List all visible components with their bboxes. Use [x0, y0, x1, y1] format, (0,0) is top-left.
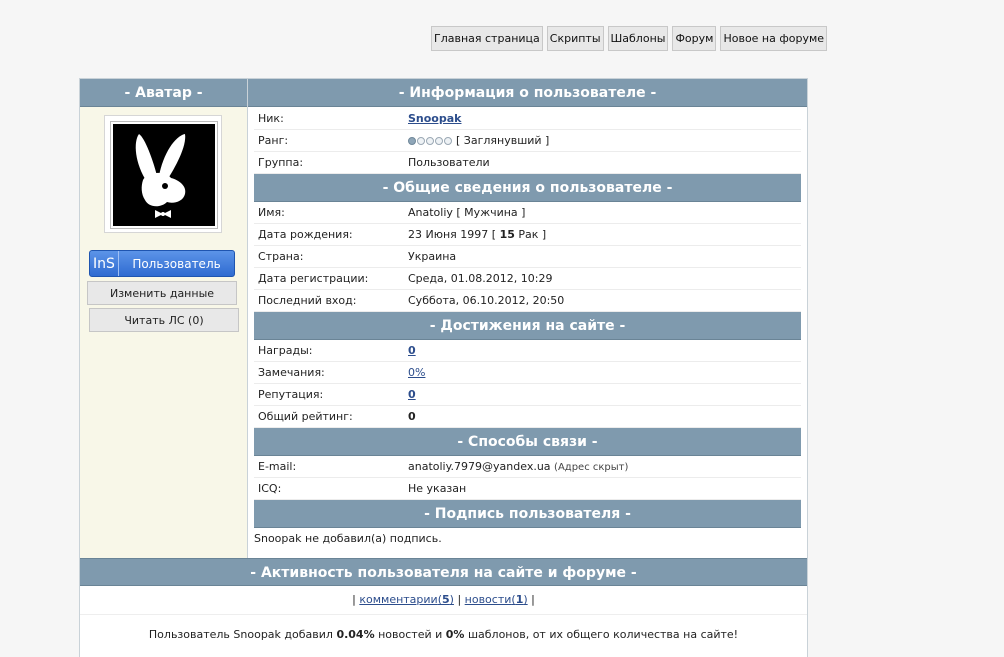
general-row-country: Страна: Украина [254, 246, 801, 268]
general-row-name: Имя: Anatoliy [ Мужчина ] [254, 202, 801, 224]
email-label: E-mail: [258, 460, 297, 473]
info-row-group: Группа: Пользователи [254, 152, 801, 174]
last-login-value: Суббота, 06.10.2012, 20:50 [408, 294, 565, 307]
edit-profile-button[interactable]: Изменить данные [87, 281, 237, 305]
news-count: 1 [515, 593, 524, 606]
rank-dot [426, 137, 434, 145]
country-label: Страна: [258, 250, 304, 263]
info-row-nick: Ник: Snoopak [254, 108, 801, 130]
nick-link[interactable]: Snoopak [408, 112, 461, 125]
info-column: - Информация о пользователе - Ник: Snoop… [248, 79, 807, 558]
achievements-row-awards: Награды: 0 [254, 340, 801, 362]
top-navigation: Главная страница Скрипты Шаблоны Форум Н… [431, 26, 831, 51]
registration-value: Среда, 01.08.2012, 10:29 [408, 272, 553, 285]
nav-home-button[interactable]: Главная страница [431, 26, 543, 51]
badge-label: Пользователь [132, 256, 221, 271]
group-label: Группа: [258, 156, 304, 169]
rank-value: [ Заглянувший ] [456, 134, 550, 147]
activity-stats: Пользователь Snoopak добавил 0.04% новос… [80, 615, 807, 655]
achievements-row-reputation: Репутация: 0 [254, 384, 801, 406]
news-link[interactable]: новости(1) [465, 593, 528, 606]
group-value: Пользователи [408, 156, 490, 169]
general-row-registration: Дата регистрации: Среда, 01.08.2012, 10:… [254, 268, 801, 290]
reputation-link[interactable]: 0 [408, 388, 416, 401]
activity-header: - Активность пользователя на сайте и фор… [80, 558, 807, 586]
info-body: Ник: Snoopak Ранг: [ Заглянувший ] Групп… [254, 108, 801, 549]
news-percent: 0.04% [336, 628, 375, 641]
templates-percent: 0% [445, 628, 465, 641]
achievements-row-warnings: Замечания: 0% [254, 362, 801, 384]
rank-dots-icon [408, 137, 452, 145]
rank-dot [417, 137, 425, 145]
contacts-header: - Способы связи - [254, 428, 801, 456]
registration-label: Дата регистрации: [258, 272, 369, 285]
email-value: anatoliy.7979@yandex.ua [408, 460, 551, 473]
info-header: - Информация о пользователе - [248, 79, 807, 107]
general-header: - Общие сведения о пользователе - [254, 174, 801, 202]
badge-prefix: InS [90, 251, 119, 276]
reputation-label: Репутация: [258, 388, 324, 401]
comments-label: комментарии [359, 593, 438, 606]
info-row-rank: Ранг: [ Заглянувший ] [254, 130, 801, 152]
rank-dot [408, 137, 416, 145]
comments-count: 5 [442, 593, 450, 606]
email-note: (Адрес скрыт) [554, 462, 629, 473]
stats-mid: новостей и [378, 628, 443, 641]
achievements-row-rating: Общий рейтинг: 0 [254, 406, 801, 428]
general-row-last-login: Последний вход: Суббота, 06.10.2012, 20:… [254, 290, 801, 312]
news-label: новости [464, 593, 512, 606]
icq-label: ICQ: [258, 482, 282, 495]
signature-text: Snoopak не добавил(а) подпись. [254, 532, 442, 545]
birth-label: Дата рождения: [258, 228, 353, 241]
signature-header: - Подпись пользователя - [254, 500, 801, 528]
general-row-birth: Дата рождения: 23 Июня 1997 [ 15 Рак ] [254, 224, 801, 246]
last-login-label: Последний вход: [258, 294, 357, 307]
user-group-badge: InS Пользователь [89, 250, 235, 277]
activity-links: | комментарии(5) | новости(1) | [80, 586, 807, 615]
name-value: Anatoliy [ Мужчина ] [408, 206, 526, 219]
avatar [111, 122, 217, 228]
avatar-column: - Аватар - InS Пользователь Изменить дан… [80, 79, 248, 558]
avatar-header: - Аватар - [80, 79, 247, 107]
birth-sign: Рак ] [518, 228, 547, 241]
rank-label: Ранг: [258, 134, 289, 147]
stats-prefix: Пользователь Snoopak добавил [148, 628, 333, 641]
awards-label: Награды: [258, 344, 313, 357]
read-pm-button[interactable]: Читать ЛС (0) [89, 308, 239, 332]
rank-dot [444, 137, 452, 145]
achievements-header: - Достижения на сайте - [254, 312, 801, 340]
warnings-link[interactable]: 0% [408, 366, 425, 379]
profile-frame: - Аватар - InS Пользователь Изменить дан… [79, 78, 808, 657]
nav-forum-new-button[interactable]: Новое на форуме [720, 26, 828, 51]
birth-age: 15 [499, 228, 515, 241]
awards-link[interactable]: 0 [408, 344, 416, 357]
activity-section: - Активность пользователя на сайте и фор… [80, 558, 807, 655]
warnings-label: Замечания: [258, 366, 325, 379]
bunny-logo-icon [113, 124, 215, 226]
birth-date: 23 Июня 1997 [ [408, 228, 497, 241]
rank-dot [435, 137, 443, 145]
icq-value: Не указан [408, 482, 467, 495]
rating-value: 0 [408, 410, 416, 423]
rating-label: Общий рейтинг: [258, 410, 353, 423]
country-value: Украина [408, 250, 457, 263]
name-label: Имя: [258, 206, 285, 219]
nick-label: Ник: [258, 112, 284, 125]
stats-suffix: шаблонов, от их общего количества на сай… [467, 628, 739, 641]
nav-templates-button[interactable]: Шаблоны [607, 26, 669, 51]
contacts-row-email: E-mail: anatoliy.7979@yandex.ua (Адрес с… [254, 456, 801, 478]
avatar-frame [104, 115, 222, 233]
nav-scripts-button[interactable]: Скрипты [546, 26, 604, 51]
nav-forum-button[interactable]: Форум [672, 26, 717, 51]
contacts-row-icq: ICQ: Не указан [254, 478, 801, 500]
comments-link[interactable]: комментарии(5) [359, 593, 454, 606]
